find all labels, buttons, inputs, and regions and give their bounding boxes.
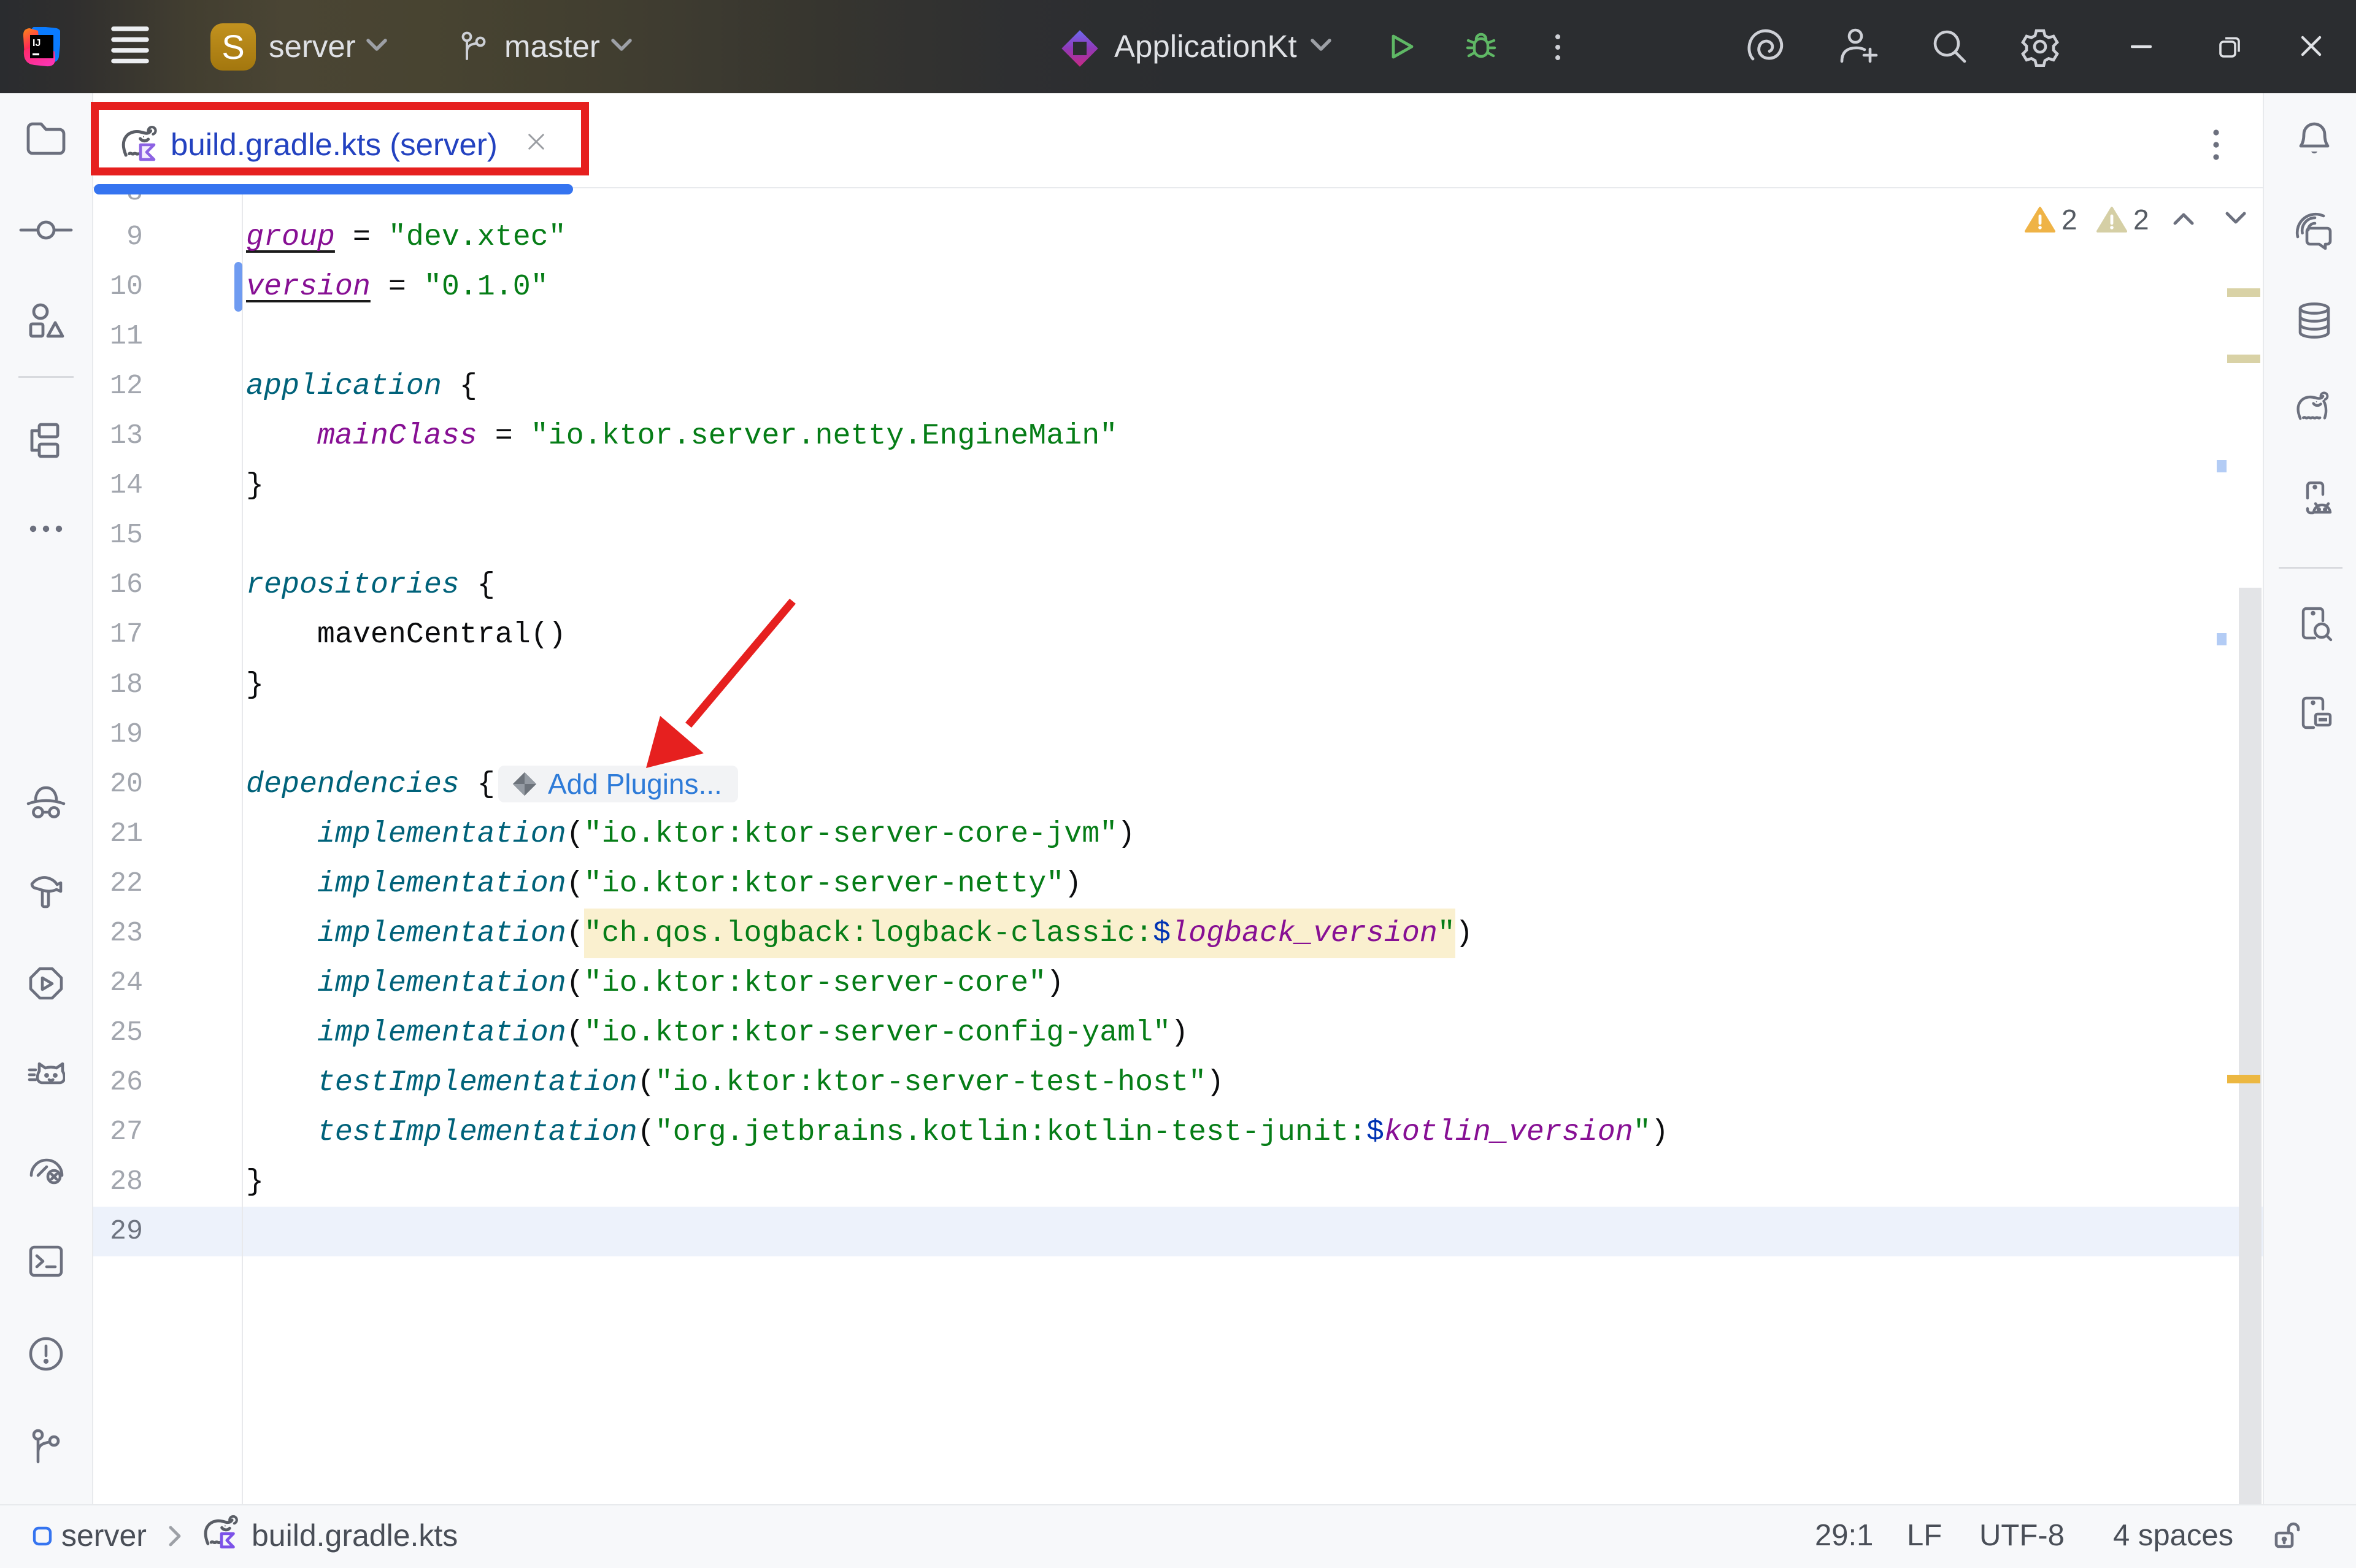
svg-text:IJ: IJ: [33, 38, 40, 48]
